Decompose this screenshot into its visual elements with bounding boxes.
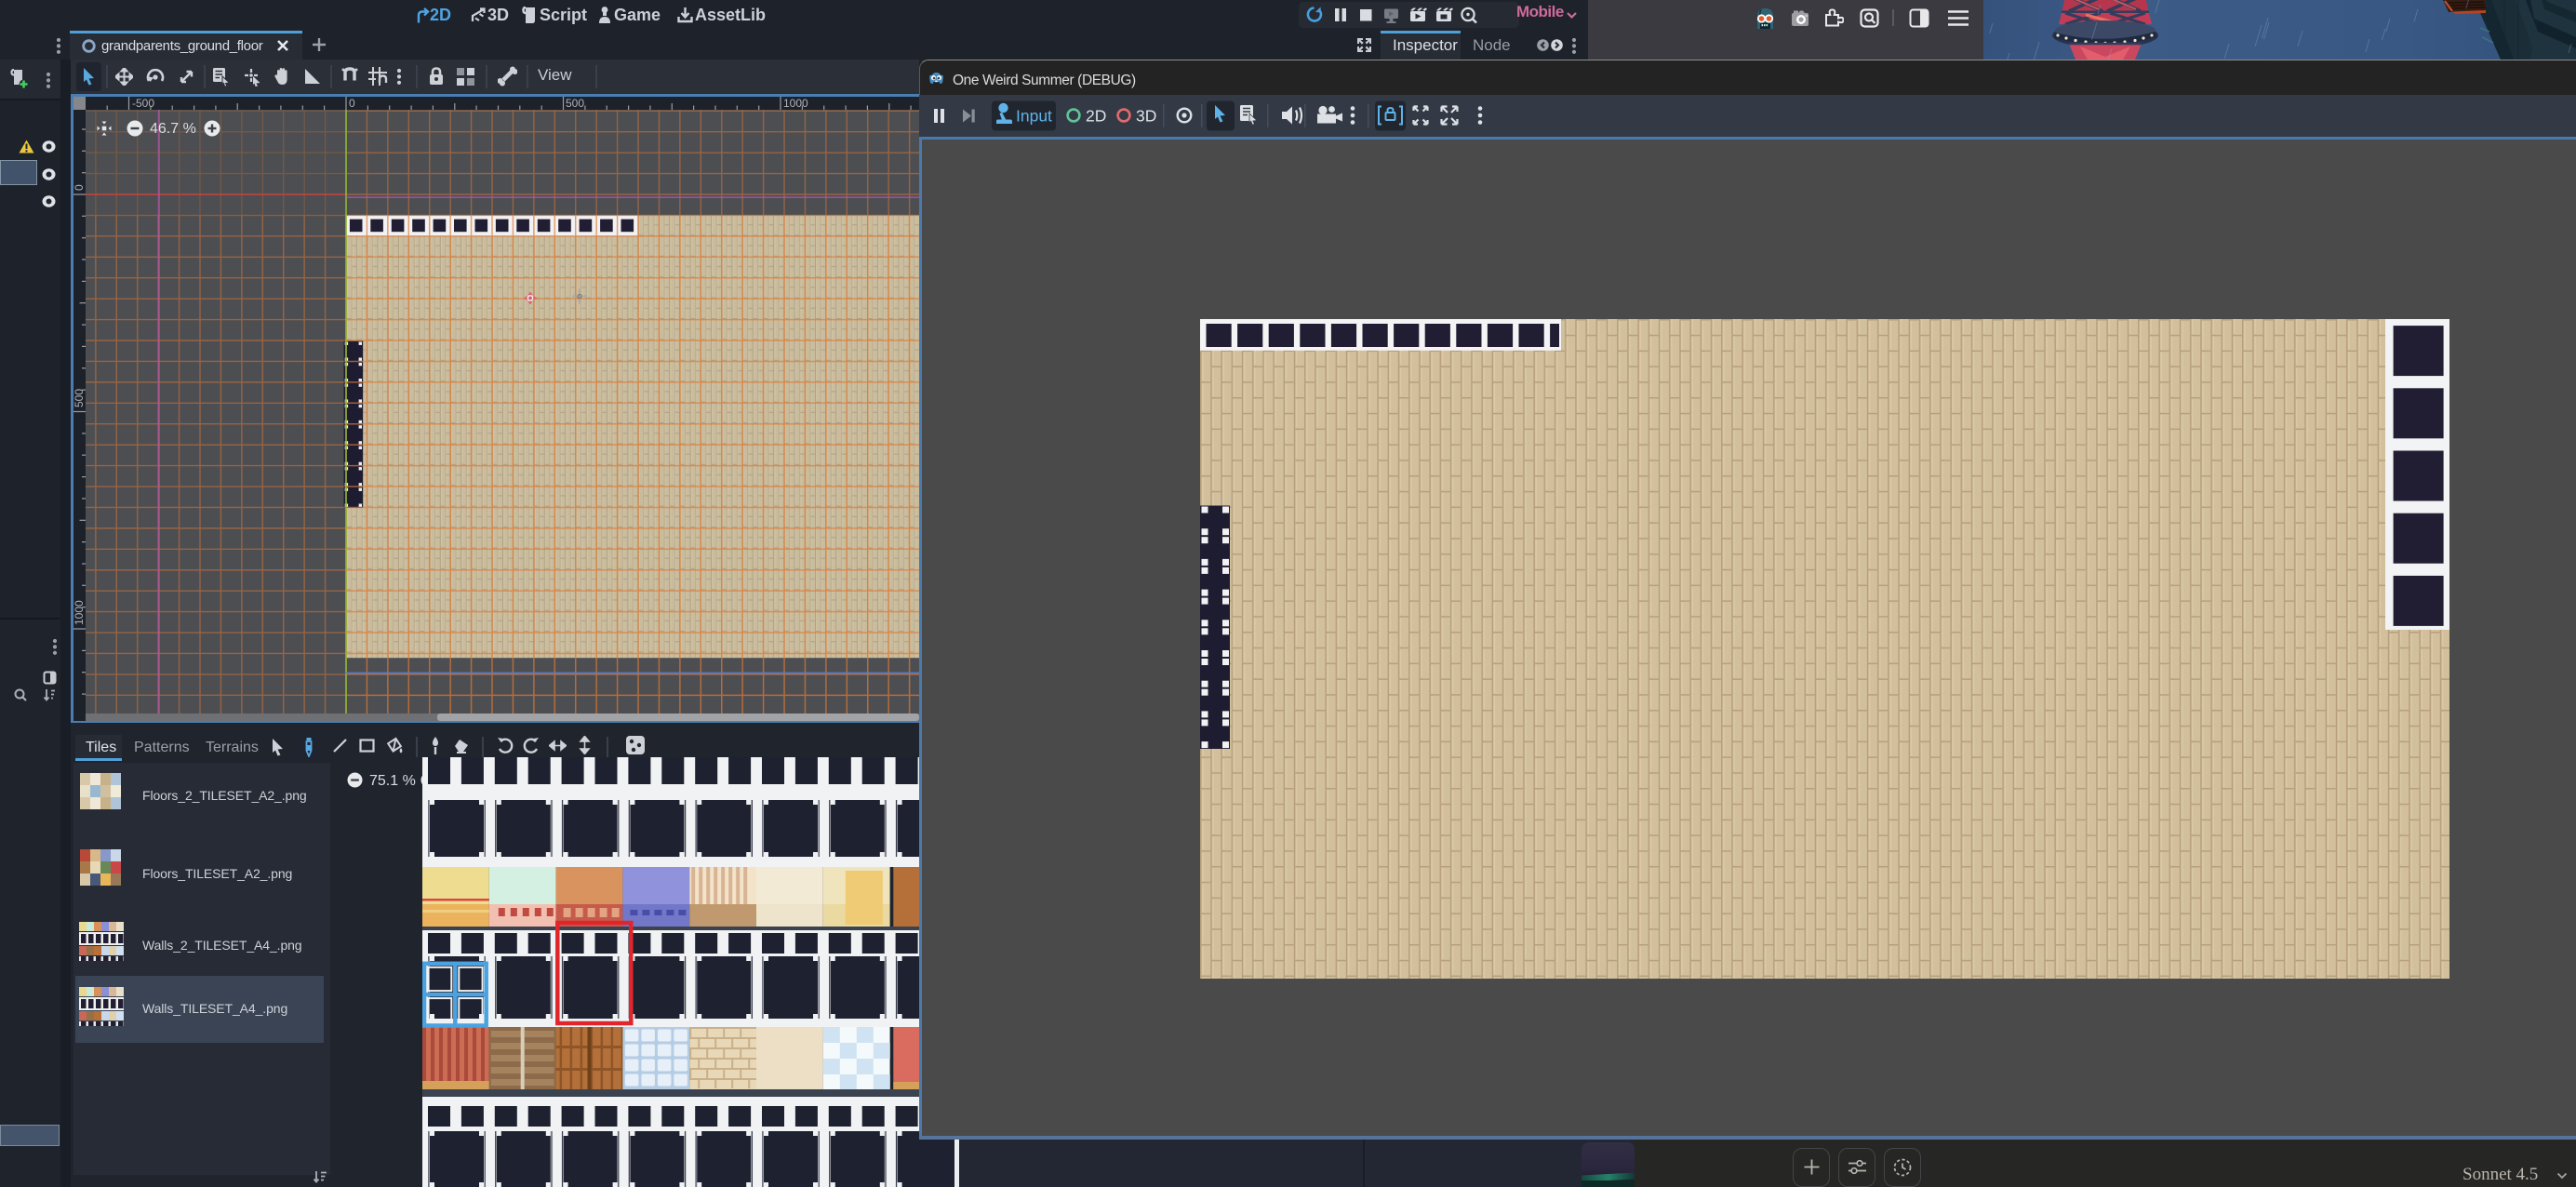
svg-text:0: 0	[73, 184, 86, 191]
svg-text:Input: Input	[1016, 107, 1052, 126]
svg-text:500: 500	[566, 97, 584, 110]
svg-text:1000: 1000	[73, 599, 86, 624]
svg-text:2D: 2D	[1086, 107, 1106, 126]
svg-text:0: 0	[349, 97, 355, 110]
svg-text:-500: -500	[132, 97, 154, 110]
svg-text:1000: 1000	[783, 97, 808, 110]
svg-text:3D: 3D	[1136, 107, 1156, 126]
svg-text:500: 500	[73, 388, 86, 407]
